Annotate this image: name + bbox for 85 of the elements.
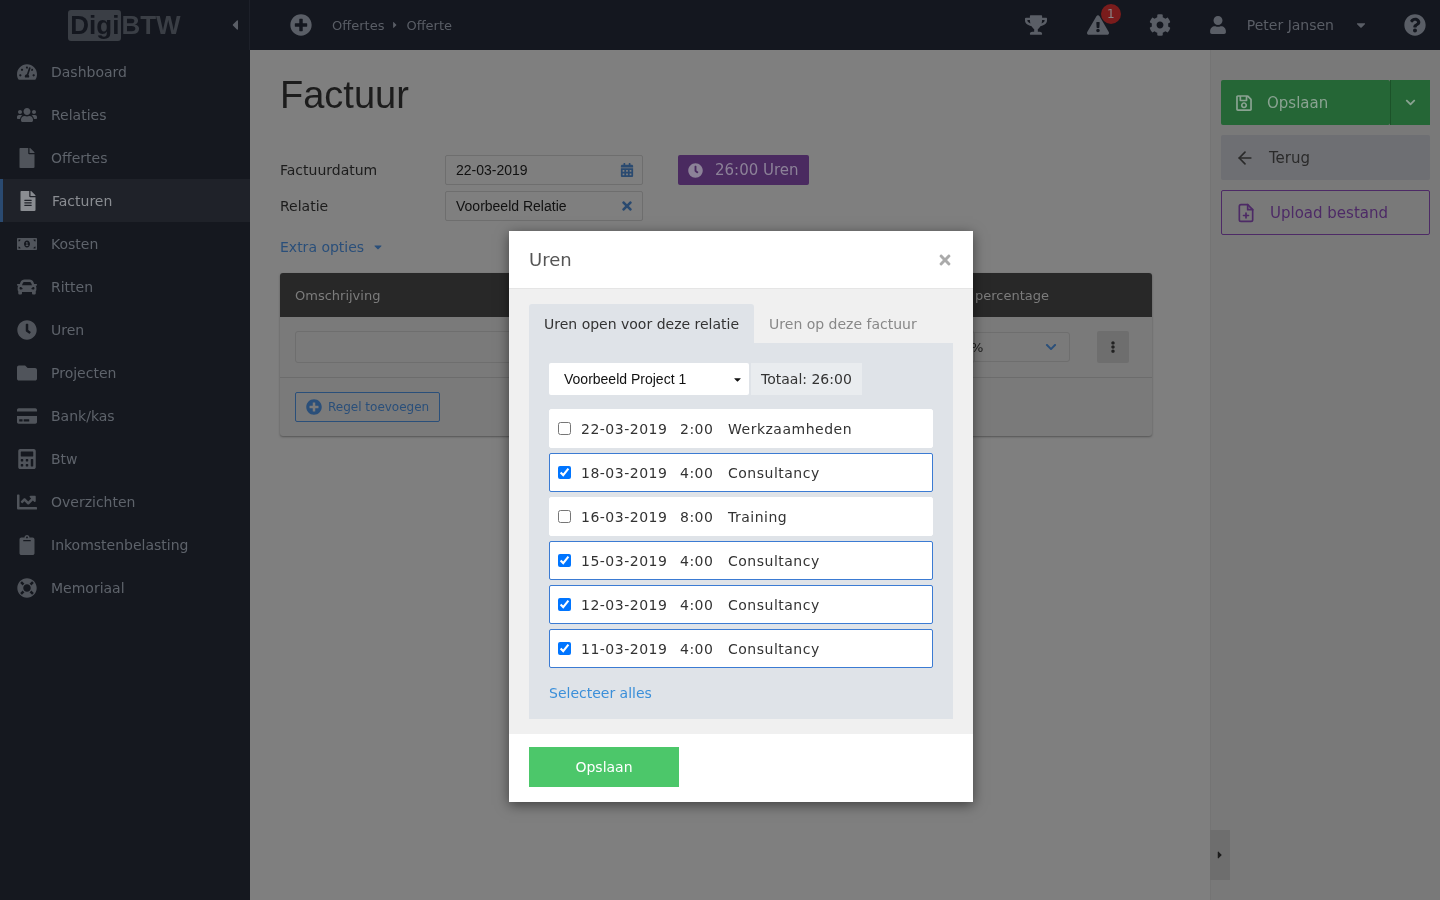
column-header: percentage — [975, 287, 1050, 303]
total-label: Totaal: 26:00 — [751, 363, 862, 395]
entry-hours: 2:00 — [680, 420, 715, 437]
sidebar-item[interactable]: Inkomstenbelasting — [0, 523, 250, 566]
sidebar-item[interactable]: Projecten — [0, 351, 250, 394]
add-line-button[interactable]: Regel toevoegen — [295, 392, 441, 422]
entry-hours: 8:00 — [680, 508, 715, 525]
calendar-icon — [620, 163, 634, 177]
breadcrumb-link[interactable]: Offerte — [406, 17, 453, 33]
plus-icon — [306, 399, 322, 415]
hours-button[interactable]: 26:00 Uren — [678, 155, 809, 185]
help-icon[interactable] — [1404, 14, 1426, 36]
hour-entry[interactable]: 15-03-2019 4:00 Consultancy — [549, 541, 933, 580]
entry-date: 18-03-2019 — [581, 464, 669, 481]
dialog-title: Uren — [529, 249, 572, 270]
entry-date: 12-03-2019 — [581, 596, 669, 613]
checkbox[interactable] — [558, 510, 571, 523]
breadcrumb-link[interactable]: Offertes — [332, 17, 385, 33]
checkbox[interactable] — [558, 466, 571, 479]
hour-entry[interactable]: 22-03-2019 2:00 Werkzaamheden — [549, 409, 933, 448]
panel-toggle-button[interactable] — [1210, 830, 1230, 880]
sidebar-item[interactable]: Ritten — [0, 265, 250, 308]
page-title: Factuur — [280, 74, 410, 117]
entry-date: 16-03-2019 — [581, 508, 669, 525]
chevron-icon — [1045, 341, 1057, 353]
entry-description: Training — [728, 508, 789, 525]
project-select[interactable]: Voorbeeld Project 1 — [549, 363, 749, 395]
hour-entry[interactable]: 16-03-2019 8:00 Training — [549, 497, 933, 536]
save-button[interactable]: Opslaan — [1221, 80, 1390, 125]
sidebar-item[interactable]: Facturen — [0, 179, 250, 222]
entry-hours: 4:00 — [680, 640, 715, 657]
add-icon[interactable] — [290, 14, 312, 36]
entry-hours: 4:00 — [680, 596, 715, 613]
user-name[interactable]: Peter Jansen — [1246, 17, 1334, 33]
sidebar-item[interactable]: Dashboard — [0, 50, 250, 93]
field-label: Factuurdatum — [280, 162, 379, 178]
hour-entry[interactable]: 12-03-2019 4:00 Consultancy — [549, 585, 933, 624]
tab[interactable]: Uren open voor deze relatie — [529, 304, 755, 343]
checkbox[interactable] — [558, 642, 571, 655]
sidebar-item[interactable]: Btw — [0, 437, 250, 480]
entry-description: Consultancy — [728, 596, 821, 613]
entry-description: Consultancy — [728, 464, 821, 481]
chevron-icon — [1405, 97, 1416, 108]
entry-date: 22-03-2019 — [581, 420, 669, 437]
select-field[interactable]: Voorbeeld Relatie — [445, 191, 643, 221]
sidebar-item[interactable]: Relaties — [0, 93, 250, 136]
save-button[interactable]: Opslaan — [529, 747, 679, 787]
entry-date: 15-03-2019 — [581, 552, 669, 569]
notification-badge: 1 — [1100, 4, 1121, 24]
lifebuoy-icon — [14, 577, 39, 598]
upload-button[interactable]: Upload bestand — [1221, 190, 1430, 235]
entry-description: Werkzaamheden — [728, 420, 853, 437]
sidebar-item[interactable]: Kosten — [0, 222, 250, 265]
checkbox[interactable] — [558, 554, 571, 567]
sidebar-item[interactable]: Overzichten — [0, 480, 250, 523]
entry-description: Consultancy — [728, 552, 821, 569]
field-label: Relatie — [280, 198, 330, 214]
dashboard-icon — [14, 61, 39, 82]
entry-hours: 4:00 — [680, 552, 715, 569]
select-all-link[interactable]: Selecteer alles — [549, 685, 933, 701]
clock-icon — [688, 162, 703, 178]
clear-icon[interactable] — [620, 199, 634, 213]
sidebar-item[interactable]: Uren — [0, 308, 250, 351]
tab[interactable]: Uren op deze factuur — [754, 304, 932, 343]
settings-icon[interactable] — [1148, 14, 1171, 36]
column-header: Omschrijving — [295, 287, 382, 303]
trophy-icon[interactable] — [1024, 14, 1047, 36]
date-field[interactable]: 22-03-2019 — [445, 155, 643, 185]
checkbox[interactable] — [558, 422, 571, 435]
entry-hours: 4:00 — [680, 464, 715, 481]
clock-icon — [14, 319, 39, 340]
more-button[interactable] — [1097, 331, 1129, 363]
sidebar-item[interactable]: Offertes — [0, 136, 250, 179]
back-button[interactable]: Terug — [1221, 135, 1430, 180]
checkbox[interactable] — [558, 598, 571, 611]
sidebar-item[interactable]: Bank/kas — [0, 394, 250, 437]
card-icon — [14, 405, 39, 426]
file-plus-icon — [1236, 202, 1256, 223]
user-icon[interactable] — [1208, 16, 1227, 34]
hour-entry[interactable]: 18-03-2019 4:00 Consultancy — [549, 453, 933, 492]
sidebar-item[interactable]: Memoriaal — [0, 566, 250, 609]
hour-entry[interactable]: 11-03-2019 4:00 Consultancy — [549, 629, 933, 668]
entry-description: Consultancy — [728, 640, 821, 657]
warning-icon[interactable] — [1086, 14, 1109, 36]
entry-date: 11-03-2019 — [581, 640, 669, 657]
